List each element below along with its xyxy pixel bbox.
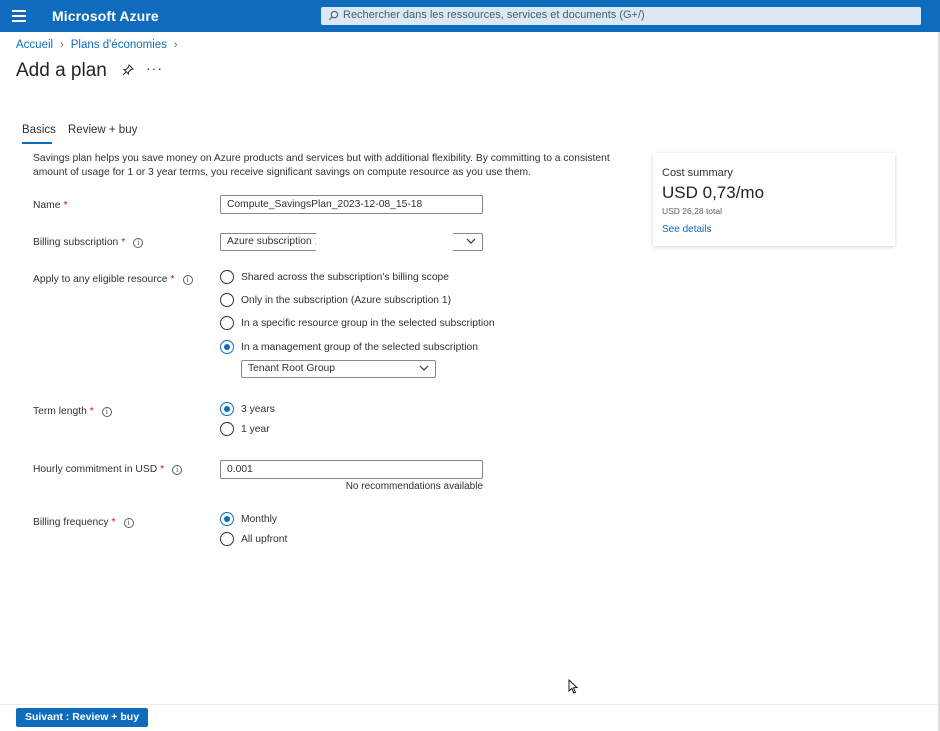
search-input[interactable]: Rechercher dans les ressources, services… (321, 7, 921, 25)
breadcrumb-savings-plans[interactable]: Plans d'économies (71, 39, 167, 51)
scope-option-subscription[interactable]: Only in the subscription (Azure subscrip… (220, 293, 451, 307)
page-title: Add a plan (16, 60, 107, 81)
info-icon[interactable]: i (172, 464, 183, 475)
hourly-commitment-field[interactable]: 0.001 (220, 460, 483, 479)
scope-option-label: In a specific resource group in the sele… (241, 317, 495, 329)
radio-circle (220, 316, 234, 330)
required-marker: * (170, 274, 175, 285)
chevron-right-icon: › (173, 39, 178, 51)
info-icon[interactable]: i (101, 406, 112, 417)
billing-frequency-label-text: Billing frequency (33, 517, 109, 528)
billing-subscription-label: Billing subscription * i (33, 237, 144, 248)
search-icon (328, 10, 339, 21)
active-tab-indicator (22, 142, 52, 144)
required-marker: * (121, 237, 126, 248)
next-review-buy-button[interactable]: Suivant : Review + buy (16, 708, 148, 727)
name-label: Name * (33, 200, 67, 211)
radio-circle (220, 422, 234, 436)
breadcrumb-home[interactable]: Accueil (16, 39, 53, 51)
tab-basics[interactable]: Basics (22, 124, 56, 136)
chevron-down-icon (466, 238, 476, 244)
term-option-1-year[interactable]: 1 year (220, 422, 270, 436)
term-option-label: 1 year (241, 423, 270, 435)
apply-scope-label: Apply to any eligible resource * i (33, 274, 193, 285)
name-field[interactable]: Compute_SavingsPlan_2023-12-08_15-18 (220, 195, 483, 214)
cost-summary-card: Cost summary USD 0,73/mo USD 26,28 total… (653, 153, 895, 246)
scope-option-label: Shared across the subscription's billing… (241, 271, 450, 283)
chevron-down-icon (419, 365, 429, 371)
search-placeholder: Rechercher dans les ressources, services… (343, 9, 645, 21)
billing-subscription-value: Azure subscription 1 (227, 236, 321, 247)
radio-circle (220, 532, 234, 546)
cost-summary-total: USD 26,28 total (662, 206, 723, 216)
radio-circle (220, 512, 234, 526)
chevron-right-icon: › (60, 39, 64, 51)
name-label-text: Name (33, 200, 61, 211)
brand-title[interactable]: Microsoft Azure (52, 8, 159, 24)
apply-scope-label-text: Apply to any eligible resource (33, 274, 168, 285)
billing-frequency-label: Billing frequency * i (33, 517, 134, 528)
cost-summary-title: Cost summary (662, 167, 733, 179)
hamburger-menu-icon[interactable] (12, 10, 26, 22)
management-group-dropdown[interactable]: Tenant Root Group (241, 360, 436, 378)
recommendation-hint: No recommendations available (345, 481, 483, 492)
scope-option-shared[interactable]: Shared across the subscription's billing… (220, 270, 449, 284)
term-length-label: Term length * i (33, 406, 112, 417)
footer-divider (0, 704, 940, 705)
tab-review-buy[interactable]: Review + buy (68, 124, 137, 136)
info-icon[interactable]: i (133, 237, 144, 248)
cost-summary-amount: USD 0,73/mo (662, 183, 765, 202)
redaction-mask (316, 232, 453, 254)
radio-circle (220, 293, 234, 307)
term-option-label: 3 years (241, 403, 275, 415)
info-icon[interactable]: i (123, 517, 134, 528)
description-text: Savings plan helps you save money on Azu… (33, 153, 610, 178)
term-option-3-years[interactable]: 3 years (220, 402, 275, 416)
frequency-option-monthly[interactable]: Monthly (220, 512, 277, 526)
hourly-commitment-label: Hourly commitment in USD * i (33, 464, 183, 475)
scope-option-resource-group[interactable]: In a specific resource group in the sele… (220, 316, 495, 330)
required-marker: * (63, 200, 68, 211)
more-options-icon[interactable]: ··· (146, 60, 163, 76)
required-marker: * (111, 517, 116, 528)
required-marker: * (160, 464, 165, 475)
mouse-cursor-icon (568, 679, 578, 694)
scope-option-management-group[interactable]: In a management group of the selected su… (220, 340, 478, 354)
radio-circle (220, 340, 234, 354)
breadcrumb: Accueil › Plans d'économies › (16, 39, 185, 51)
frequency-option-label: Monthly (241, 513, 278, 525)
top-bar: Microsoft Azure Rechercher dans les ress… (0, 0, 940, 32)
info-icon[interactable]: i (182, 274, 193, 285)
management-group-value: Tenant Root Group (248, 363, 336, 374)
radio-circle (220, 270, 234, 284)
pin-icon[interactable] (122, 64, 134, 76)
hourly-commitment-label-text: Hourly commitment in USD (33, 464, 158, 475)
frequency-option-all-upfront[interactable]: All upfront (220, 532, 287, 546)
billing-subscription-label-text: Billing subscription (33, 237, 119, 248)
scope-option-label: Only in the subscription (Azure subscrip… (241, 294, 452, 306)
frequency-option-label: All upfront (241, 533, 288, 545)
term-length-label-text: Term length (33, 406, 87, 417)
required-marker: * (89, 406, 94, 417)
scope-option-label: In a management group of the selected su… (241, 341, 478, 353)
radio-circle (220, 402, 234, 416)
see-details-link[interactable]: See details (662, 224, 711, 235)
